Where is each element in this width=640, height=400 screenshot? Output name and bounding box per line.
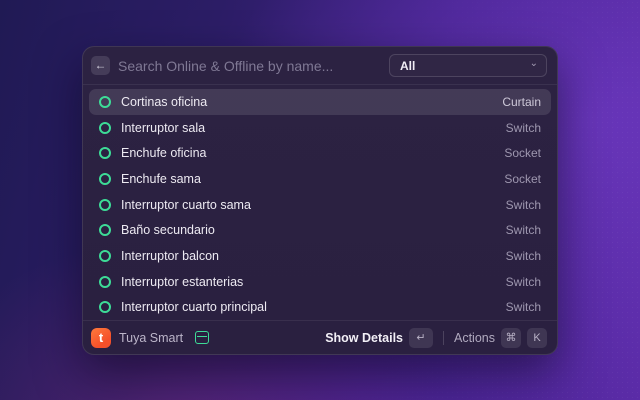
chevron-down-icon: ⌄ [530, 59, 538, 69]
device-status-ring-icon [99, 224, 111, 236]
device-row[interactable]: Interruptor cuarto principal Switch [89, 295, 551, 321]
device-status-ring-icon [99, 122, 111, 134]
curtain-icon [195, 331, 209, 344]
tuya-logo-icon: t [91, 328, 111, 348]
device-name: Interruptor cuarto sama [121, 198, 506, 212]
k-key-icon: K [527, 328, 547, 348]
return-key-icon: ↵ [409, 328, 433, 348]
device-type-label: Switch [506, 223, 541, 237]
device-name: Enchufe oficina [121, 146, 504, 160]
device-type-label: Switch [506, 249, 541, 263]
device-row[interactable]: Interruptor cuarto sama Switch [89, 192, 551, 218]
device-name: Enchufe sama [121, 172, 504, 186]
filter-selected-value: All [400, 59, 415, 73]
device-row[interactable]: Baño secundario Switch [89, 217, 551, 243]
device-row[interactable]: Interruptor balcon Switch [89, 243, 551, 269]
filter-dropdown[interactable]: All ⌄ [389, 54, 547, 77]
device-type-label: Switch [506, 300, 541, 314]
device-row[interactable]: Enchufe sama Socket [89, 166, 551, 192]
command-key-icon: ⌘ [501, 328, 521, 348]
device-row[interactable]: Cortinas oficina Curtain [89, 89, 551, 115]
device-row[interactable]: Interruptor sala Switch [89, 115, 551, 141]
footer-divider [443, 331, 444, 345]
device-name: Interruptor balcon [121, 249, 506, 263]
device-status-ring-icon [99, 250, 111, 262]
device-name: Interruptor estanterias [121, 275, 506, 289]
device-name: Cortinas oficina [121, 95, 502, 109]
device-type-label: Switch [506, 275, 541, 289]
device-type-label: Switch [506, 198, 541, 212]
device-row[interactable]: Interruptor estanterias Switch [89, 269, 551, 295]
device-type-label: Socket [504, 172, 541, 186]
device-name: Baño secundario [121, 223, 506, 237]
device-status-ring-icon [99, 199, 111, 211]
show-details-button[interactable]: Show Details ↵ [325, 328, 433, 348]
device-list: Cortinas oficina Curtain Interruptor sal… [83, 85, 557, 320]
device-status-ring-icon [99, 96, 111, 108]
device-type-label: Socket [504, 146, 541, 160]
search-header: ← All ⌄ [83, 47, 557, 85]
launcher-window: ← All ⌄ Cortinas oficina Curtain Interru… [82, 46, 558, 355]
device-type-label: Curtain [502, 95, 541, 109]
device-status-ring-icon [99, 301, 111, 313]
footer-bar: t Tuya Smart Show Details ↵ Actions ⌘ K [83, 320, 557, 354]
actions-button[interactable]: Actions ⌘ K [454, 328, 547, 348]
device-name: Interruptor cuarto principal [121, 300, 506, 314]
device-row[interactable]: Enchufe oficina Socket [89, 140, 551, 166]
device-status-ring-icon [99, 147, 111, 159]
back-button[interactable]: ← [91, 56, 110, 75]
actions-label: Actions [454, 331, 495, 345]
device-type-label: Switch [506, 121, 541, 135]
device-status-ring-icon [99, 173, 111, 185]
device-name: Interruptor sala [121, 121, 506, 135]
device-status-ring-icon [99, 276, 111, 288]
show-details-label: Show Details [325, 331, 403, 345]
app-name: Tuya Smart [119, 331, 183, 345]
search-input[interactable] [118, 58, 389, 74]
